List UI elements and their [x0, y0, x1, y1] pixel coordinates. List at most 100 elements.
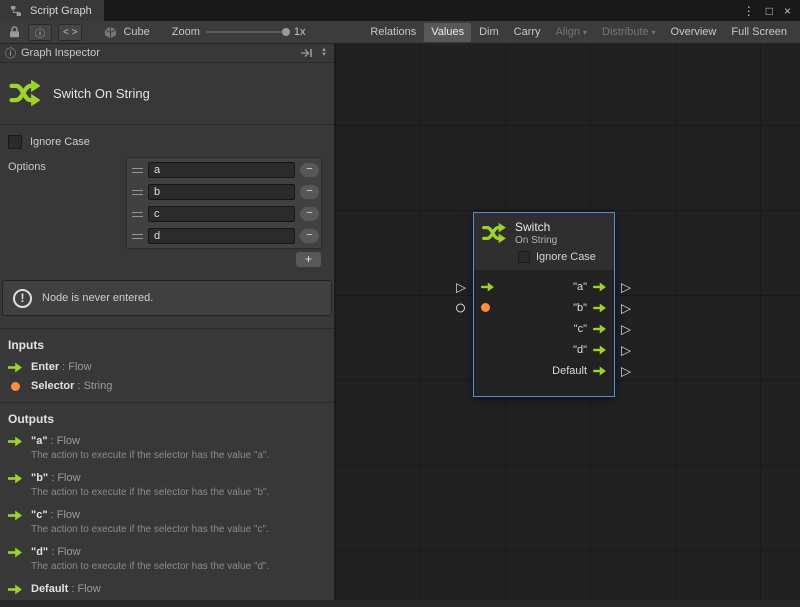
drag-handle-icon[interactable]	[132, 234, 143, 239]
option-input[interactable]	[148, 228, 295, 244]
zoom-slider[interactable]	[206, 31, 288, 33]
output-c-label: "c"	[574, 323, 587, 335]
enter-flow-icon	[481, 282, 495, 292]
input-type: : Flow	[59, 361, 91, 373]
zoom-slider-knob[interactable]	[282, 28, 290, 36]
code-view-button[interactable]: < >	[58, 24, 82, 41]
output-label: "c" : Flow	[31, 509, 80, 521]
option-row: −	[129, 160, 319, 180]
output-item-b: "b" : Flow	[0, 468, 334, 487]
outputs-header: Outputs	[0, 403, 334, 431]
port-row-d: "d" ▷	[474, 339, 614, 360]
graph-inspector-header: ⓘ Graph Inspector ▲ ▼	[0, 44, 334, 63]
add-option-button[interactable]: +	[296, 252, 321, 267]
output-name: "c"	[31, 509, 48, 521]
info-icon: ⓘ	[5, 45, 16, 61]
fullscreen-button[interactable]: Full Screen	[724, 23, 794, 42]
output-c-port[interactable]: ▷	[621, 322, 631, 335]
flow-port-icon	[593, 303, 607, 313]
inspect-button[interactable]: ⓘ	[28, 24, 52, 41]
distribute-label: Distribute	[602, 26, 648, 38]
output-d-group: "d"	[573, 344, 607, 356]
output-d-port[interactable]: ▷	[621, 343, 631, 356]
options-list: − − − −	[126, 157, 322, 249]
overview-button[interactable]: Overview	[664, 23, 724, 42]
ignore-case-checkbox[interactable]	[8, 135, 22, 149]
collapse-arrows-icon[interactable]: ▲ ▼	[319, 48, 329, 58]
input-item-enter: Enter : Flow	[0, 357, 334, 376]
tab-script-graph[interactable]: Script Graph	[0, 0, 104, 21]
carry-label: Carry	[514, 26, 541, 38]
option-input[interactable]	[148, 184, 295, 200]
output-name: Default	[31, 583, 68, 595]
cube-icon	[102, 24, 118, 40]
selector-port[interactable]	[456, 303, 465, 312]
window-maximize-icon[interactable]: □	[766, 5, 773, 17]
output-a-label: "a"	[573, 281, 587, 293]
collapse-down-icon: ▼	[321, 53, 327, 58]
output-type: : Flow	[48, 472, 80, 484]
option-input[interactable]	[148, 162, 295, 178]
node-title-row: Switch On String	[481, 220, 607, 246]
flow-port-icon	[593, 282, 607, 292]
flow-port-icon	[8, 510, 23, 521]
output-a-port[interactable]: ▷	[621, 280, 631, 293]
output-default-label: Default	[552, 365, 587, 377]
output-label: "d" : Flow	[31, 546, 81, 558]
switch-on-string-node[interactable]: Switch On String Ignore Case ▷ "a"	[473, 212, 615, 397]
remove-option-button[interactable]: −	[300, 185, 319, 199]
remove-option-button[interactable]: −	[300, 207, 319, 221]
graph-owner-label: Cube	[123, 26, 149, 38]
string-dot	[11, 382, 20, 391]
output-default-port[interactable]: ▷	[621, 364, 631, 377]
dim-button[interactable]: Dim	[472, 23, 506, 42]
code-icon: < >	[63, 27, 77, 38]
dock-icon[interactable]	[298, 45, 314, 61]
drag-handle-icon[interactable]	[132, 212, 143, 217]
output-type: : Flow	[48, 509, 80, 521]
output-item-c: "c" : Flow	[0, 505, 334, 524]
values-button[interactable]: Values	[424, 23, 471, 42]
output-type: : Flow	[48, 435, 80, 447]
ignore-case-row: Ignore Case	[0, 125, 334, 153]
output-b-port[interactable]: ▷	[621, 301, 631, 314]
window-close-icon[interactable]: ×	[784, 5, 791, 17]
flow-port-icon	[8, 436, 23, 447]
carry-button[interactable]: Carry	[507, 23, 548, 42]
node-title: Switch	[515, 220, 557, 234]
output-name: "b"	[31, 472, 48, 484]
drag-handle-icon[interactable]	[132, 168, 143, 173]
switch-unit-icon	[8, 76, 42, 110]
chevron-down-icon: ▾	[652, 28, 656, 37]
lock-icon[interactable]	[6, 24, 22, 40]
distribute-button[interactable]: Distribute ▾	[595, 23, 662, 42]
relations-label: Relations	[370, 26, 416, 38]
window-menu-icon[interactable]: ⋮	[743, 5, 755, 17]
align-button[interactable]: Align▾	[549, 23, 594, 42]
output-description: The action to execute if the selector ha…	[0, 561, 334, 579]
unit-title-block: Switch On String	[0, 63, 334, 124]
fullscreen-label: Full Screen	[731, 26, 787, 38]
output-default-group: Default	[552, 365, 607, 377]
option-row: −	[129, 204, 319, 224]
tab-label: Script Graph	[30, 5, 92, 17]
graph-canvas[interactable]: Switch On String Ignore Case ▷ "a"	[335, 44, 800, 600]
output-label: Default : Flow	[31, 583, 101, 595]
remove-option-button[interactable]: −	[300, 229, 319, 243]
flow-port-icon	[593, 345, 607, 355]
node-ignore-case-checkbox[interactable]	[518, 251, 530, 263]
relations-button[interactable]: Relations	[363, 23, 423, 42]
enter-port[interactable]: ▷	[456, 280, 466, 293]
chevron-down-icon: ▾	[583, 28, 587, 37]
selector-string-icon	[481, 303, 490, 312]
drag-handle-icon[interactable]	[132, 190, 143, 195]
port-row-enter-a: ▷ "a" ▷	[474, 276, 614, 297]
output-type: : Flow	[68, 583, 100, 595]
remove-option-button[interactable]: −	[300, 163, 319, 177]
graph-owner[interactable]: Cube	[102, 24, 149, 40]
graph-inspector-panel: ⓘ Graph Inspector ▲ ▼ Switch On String I…	[0, 44, 335, 600]
option-input[interactable]	[148, 206, 295, 222]
output-item-default: Default : Flow	[0, 579, 334, 598]
output-c-group: "c"	[574, 323, 607, 335]
script-graph-icon	[8, 3, 24, 19]
